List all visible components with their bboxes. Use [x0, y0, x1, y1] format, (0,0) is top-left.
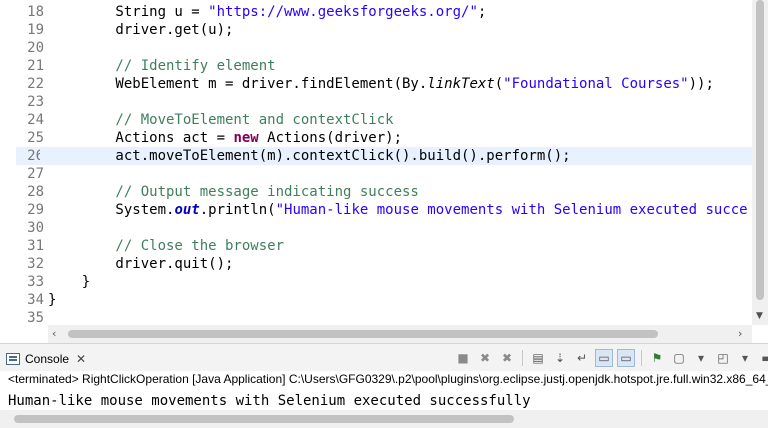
- scroll-right-icon[interactable]: ›: [738, 327, 742, 340]
- code-token: "Human-like mouse movements with Seleniu…: [275, 202, 748, 218]
- code-line[interactable]: driver.get(u);: [40, 21, 752, 39]
- code-line[interactable]: WebElement m = driver.findElement(By.lin…: [40, 75, 752, 93]
- code-text: WebElement m = driver.findElement(By.lin…: [48, 75, 714, 93]
- editor-horizontal-scroll-thumb[interactable]: [68, 330, 658, 338]
- toolbar-separator: [641, 350, 642, 366]
- code-token: // Identify element: [48, 58, 276, 74]
- code-text: }: [48, 291, 56, 309]
- code-token: driver.quit();: [48, 256, 234, 272]
- code-text: System.out.println("Human-like mouse mov…: [48, 201, 748, 219]
- code-text: act.moveToElement(m).contextClick().buil…: [48, 147, 571, 165]
- console-view-header: Console ✕ ■✖✖▤⇣↵▭▭⚑▢▾◰▾▬▣: [0, 343, 768, 371]
- editor-vertical-scroll-thumb[interactable]: [756, 0, 764, 300]
- code-text: }: [48, 273, 90, 291]
- console-output-line: Human-like mouse movements with Selenium…: [8, 393, 531, 409]
- console-horizontal-scrollbar[interactable]: [0, 410, 768, 428]
- code-token: WebElement m = driver.findElement(By.: [48, 76, 428, 92]
- code-token: // Output message indicating success: [48, 184, 419, 200]
- code-text: // Identify element: [48, 57, 276, 75]
- code-token: // Close the browser: [48, 238, 285, 254]
- code-token: linkText: [427, 76, 495, 92]
- display-console-dropdown-icon[interactable]: ▾: [692, 349, 710, 367]
- show-on-output-icon[interactable]: ▭: [595, 349, 613, 367]
- code-token: String u =: [48, 4, 209, 20]
- code-text: driver.get(u);: [48, 21, 233, 39]
- code-token: .println(: [199, 202, 276, 218]
- clear-console-icon[interactable]: ▤: [529, 349, 547, 367]
- code-token: Actions(driver);: [258, 130, 403, 146]
- code-area[interactable]: String u = "https://www.geeksforgeeks.or…: [40, 0, 752, 325]
- code-token: ;: [477, 4, 487, 20]
- code-line[interactable]: // Output message indicating success: [40, 183, 752, 201]
- code-text: // Close the browser: [48, 237, 284, 255]
- code-line[interactable]: Actions act = new Actions(driver);: [40, 129, 752, 147]
- code-line[interactable]: [40, 309, 752, 325]
- show-on-error-icon[interactable]: ▭: [617, 349, 635, 367]
- scroll-lock-icon[interactable]: ⇣: [551, 349, 569, 367]
- code-token: System.: [48, 202, 175, 218]
- pin-console-icon[interactable]: ⚑: [648, 349, 666, 367]
- open-console-dropdown-icon[interactable]: ▾: [736, 349, 754, 367]
- console-horizontal-scroll-thumb[interactable]: [14, 415, 514, 423]
- code-token: ));: [688, 76, 714, 92]
- code-line[interactable]: // Close the browser: [40, 237, 752, 255]
- code-token: "Foundational Courses": [503, 76, 689, 92]
- console-toolbar: ■✖✖▤⇣↵▭▭⚑▢▾◰▾▬▣: [454, 349, 768, 367]
- code-line[interactable]: // Identify element: [40, 57, 752, 75]
- scroll-left-icon[interactable]: ‹: [52, 327, 56, 340]
- code-token: driver.get(u);: [48, 22, 234, 38]
- code-line[interactable]: act.moveToElement(m).contextClick().buil…: [40, 147, 752, 165]
- remove-all-launches-icon[interactable]: ✖: [498, 349, 516, 367]
- code-token: new: [233, 130, 259, 146]
- code-token: }: [48, 274, 91, 290]
- code-line[interactable]: }: [40, 273, 752, 291]
- scroll-down-icon[interactable]: ▼: [756, 311, 763, 321]
- code-line[interactable]: [40, 219, 752, 237]
- code-line[interactable]: [40, 39, 752, 57]
- console-output-area[interactable]: <terminated> RightClickOperation [Java A…: [0, 371, 768, 428]
- code-text: driver.quit();: [48, 255, 233, 273]
- code-token: out: [174, 202, 200, 218]
- terminate-icon[interactable]: ■: [454, 349, 472, 367]
- code-token: }: [48, 292, 57, 308]
- code-token: // MoveToElement and contextClick: [48, 112, 394, 128]
- code-line[interactable]: String u = "https://www.geeksforgeeks.or…: [40, 3, 752, 21]
- code-line[interactable]: [40, 93, 752, 111]
- terminated-status: <terminated> RightClickOperation [Java A…: [8, 372, 768, 386]
- code-line[interactable]: driver.quit();: [40, 255, 752, 273]
- minimize-view-icon[interactable]: ▬: [758, 349, 768, 367]
- code-line[interactable]: // MoveToElement and contextClick: [40, 111, 752, 129]
- remove-launch-icon[interactable]: ✖: [476, 349, 494, 367]
- open-console-icon[interactable]: ◰: [714, 349, 732, 367]
- code-token: "https://www.geeksforgeeks.org/": [208, 4, 478, 20]
- code-token: Actions act =: [48, 130, 234, 146]
- code-line[interactable]: }: [40, 291, 752, 309]
- console-tab-label: Console: [25, 352, 70, 366]
- console-icon: [6, 353, 20, 365]
- editor-horizontal-scrollbar[interactable]: [48, 325, 752, 343]
- code-line[interactable]: [40, 165, 752, 183]
- display-console-icon[interactable]: ▢: [670, 349, 688, 367]
- code-text: Actions act = new Actions(driver);: [48, 129, 402, 147]
- close-icon[interactable]: ✕: [76, 352, 86, 366]
- code-text: // MoveToElement and contextClick: [48, 111, 394, 129]
- code-text: String u = "https://www.geeksforgeeks.or…: [48, 3, 486, 21]
- code-token: act.moveToElement(m).contextClick().buil…: [48, 148, 571, 164]
- toolbar-separator: [522, 350, 523, 366]
- code-line[interactable]: System.out.println("Human-like mouse mov…: [40, 201, 752, 219]
- editor-vertical-scrollbar[interactable]: [752, 0, 768, 325]
- code-text: // Output message indicating success: [48, 183, 419, 201]
- tab-console[interactable]: Console ✕: [6, 348, 86, 370]
- code-token: (: [494, 76, 504, 92]
- word-wrap-icon[interactable]: ↵: [573, 349, 591, 367]
- line-number-gutter: 18 19 20 21 22 23 24 25 26 27 28 29 30 31 32 33 34 35: [8, 0, 46, 326]
- code-editor[interactable]: 18 19 20 21 22 23 24 25 26 27 28 29 30 31 32 33 34 35 Str…: [0, 0, 768, 343]
- overview-ruler-left: [0, 0, 8, 343]
